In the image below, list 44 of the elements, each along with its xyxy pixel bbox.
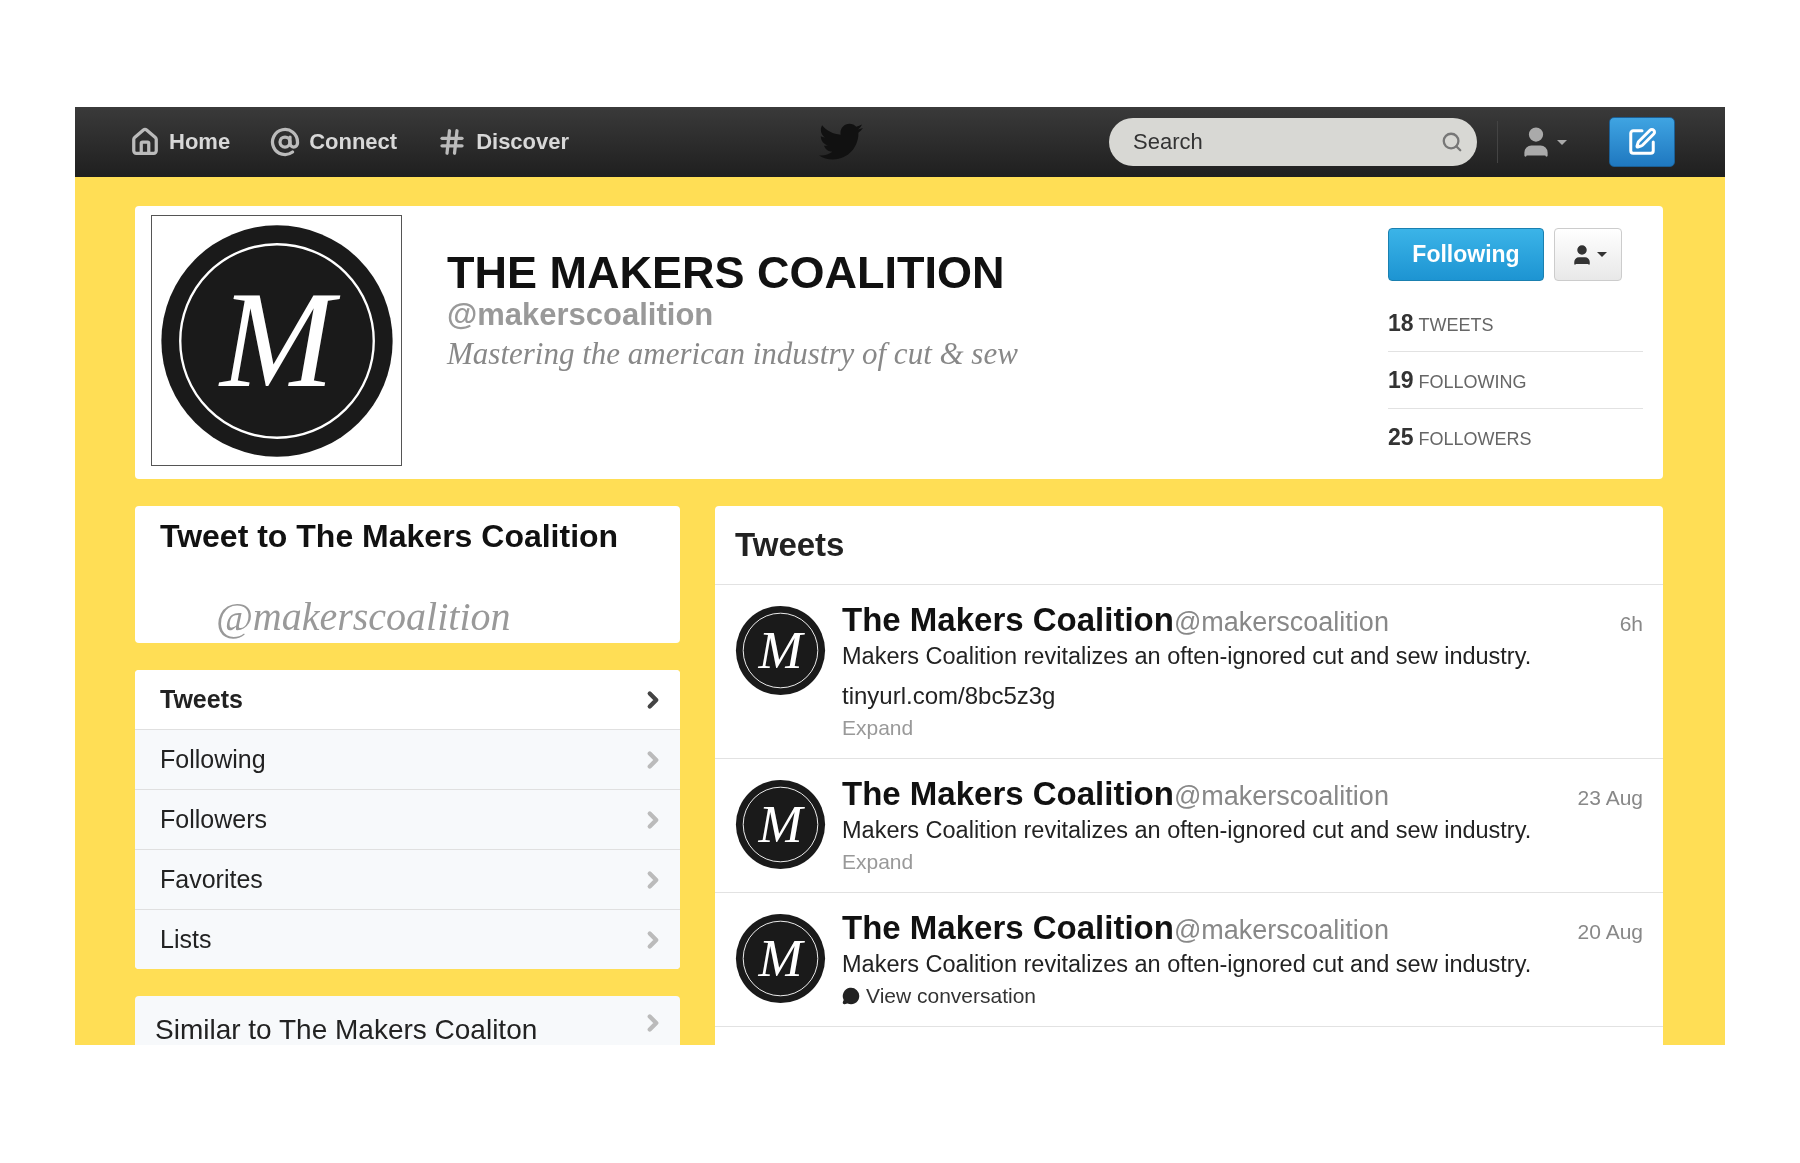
tweet-handle: @makerscoalition [1173,781,1389,812]
tweet-author[interactable]: The Makers Coalition [842,909,1174,947]
tweet-handle: @makerscoalition [1173,915,1389,946]
timeline-title: Tweets [715,506,1663,585]
search-icon [1441,131,1463,153]
compose-icon [1627,127,1657,157]
profile-bio: Mastering the american industry of cut & sew [447,335,1019,372]
tweet-to-handle: @makerscoalition [216,593,512,640]
search-input[interactable]: Search [1131,128,1441,156]
home-icon [130,127,160,157]
nav-link[interactable]: Connect [270,127,398,157]
tweet-link[interactable]: tinyurl.com/8bc5z3g [842,682,1643,710]
tweet-time: 20 Aug [1577,920,1643,944]
tweet-text: Makers Coalition revitalizes an often-ignored cut and sew industry. [842,817,1533,844]
profile-nav-item[interactable]: Lists [135,909,680,969]
similar-title[interactable]: Similar to The Makers Coaliton [155,1014,538,1045]
compose-button[interactable] [1609,117,1675,167]
search-field[interactable]: Search [1109,118,1477,166]
tweet-to-title: Tweet to The Makers Coalition [160,518,620,555]
tweet-author[interactable]: The Makers Coalition [842,601,1174,639]
avatar-logo: M [735,913,826,1004]
profile-nav-item[interactable]: Followers [135,789,680,849]
tweet-text: Makers Coalition revitalizes an often-ignored cut and sew industry. [842,643,1533,670]
avatar-logo: M [735,779,826,870]
user-actions-button[interactable] [1554,228,1622,281]
tweet-text: Makers Coalition revitalizes an often-ignored cut and sew industry. [842,951,1533,978]
nav-link[interactable]: Discover [437,127,570,157]
nav-link[interactable]: Home [130,127,231,157]
profile-stat[interactable]: 25 FOLLOWERS [1388,423,1532,451]
avatar-logo: M [158,222,395,459]
profile-nav-item[interactable]: Favorites [135,849,680,909]
profile-stat[interactable]: 18 TWEETS [1388,309,1494,337]
profile-handle: @makerscoalition [447,297,715,332]
speech-bubble-icon [842,987,860,1005]
tweet-time: 23 Aug [1577,786,1643,810]
avatar-logo: M [735,605,826,696]
profile-name: THE MAKERS COALITION [447,248,1006,298]
view-conversation-link[interactable]: View conversation [842,984,1037,1008]
profile-nav-item[interactable]: Following [135,729,680,789]
at-sign-icon [270,127,301,157]
tweet-time: 6h [1619,612,1643,636]
profile-stat[interactable]: 19 FOLLOWING [1388,366,1527,394]
tweet-author[interactable]: The Makers Coalition [842,775,1174,813]
tweet-handle: @makerscoalition [1173,607,1389,638]
